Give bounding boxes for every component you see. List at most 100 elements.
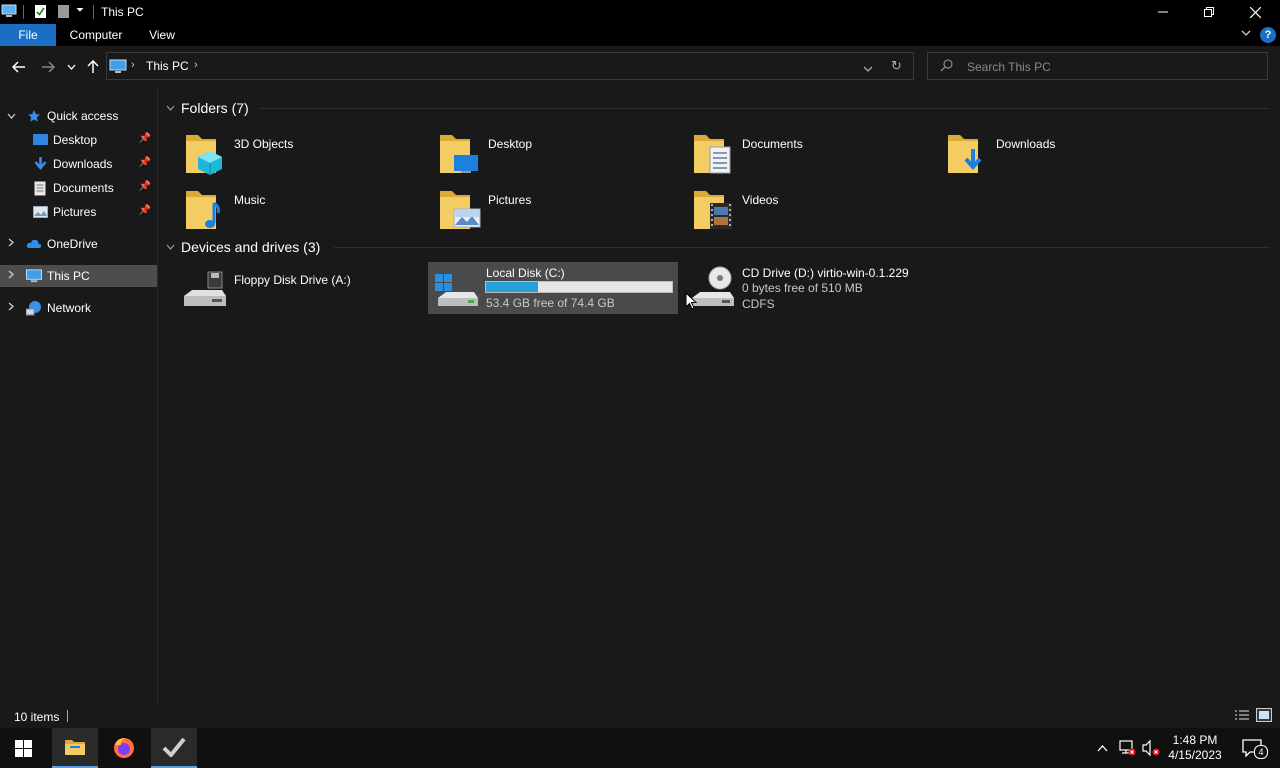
tab-computer[interactable]: Computer [61,24,131,46]
refresh-icon[interactable]: ↻ [891,58,902,74]
taskbar-firefox[interactable] [101,728,147,768]
pin-icon[interactable]: 📌 [139,205,151,216]
downloads-folder-icon [948,135,982,173]
item-count: 10 items [14,710,60,724]
3d-objects-folder-icon [186,135,222,175]
folder-music[interactable]: Music [176,183,426,235]
sidebar-item-downloads[interactable]: Downloads 📌 [0,153,157,175]
pin-icon[interactable]: 📌 [139,181,151,192]
folder-desktop[interactable]: Desktop [430,127,680,179]
new-folder-icon[interactable] [57,4,70,22]
chevron-down-icon[interactable] [6,111,16,122]
drive-local-c[interactable]: Local Disk (C:) 53.4 GB free of 74.4 GB [428,262,678,314]
folder-name: Videos [742,193,779,207]
address-bar[interactable]: › This PC › ↻ [106,52,914,80]
search-input[interactable]: Search This PC [967,60,1051,74]
taskbar-file-explorer[interactable] [52,728,98,768]
help-icon[interactable]: ? [1260,27,1276,43]
volume-button[interactable] [1140,728,1162,768]
close-button[interactable] [1232,0,1278,24]
recent-locations-button[interactable] [62,56,80,78]
group-header-folders[interactable]: Folders (7) [166,98,249,118]
this-pc-icon[interactable] [1,4,17,21]
desktop-icon [32,132,48,148]
chevron-down-icon[interactable] [166,103,175,114]
drive-name: Local Disk (C:) [486,266,565,280]
chevron-right-icon[interactable] [6,270,16,282]
minimize-button[interactable] [1140,0,1186,24]
search-icon [940,59,953,75]
sidebar-item-quick-access[interactable]: Quick access [0,105,157,127]
folder-name: 3D Objects [234,137,294,151]
taskbar-task-app[interactable] [151,728,197,768]
network-icon [26,300,42,316]
chevron-down-icon[interactable] [166,242,175,253]
folder-name: Desktop [488,137,533,151]
clock-time: 1:48 PM [1172,733,1218,747]
details-view-icon[interactable] [1234,709,1250,724]
address-history-chevron-icon[interactable] [863,62,873,76]
ribbon-tabs: File Computer View ? [0,24,1280,46]
show-hidden-icons-button[interactable] [1092,728,1112,768]
group-title: Devices and drives (3) [181,239,321,255]
large-icons-view-icon[interactable] [1256,708,1272,725]
group-divider [334,247,1270,248]
download-arrow-icon [32,156,48,172]
window-title: This PC [101,5,144,19]
pictures-icon [32,204,48,220]
firefox-icon [114,738,134,758]
breadcrumb-separator-icon[interactable]: › [194,59,198,71]
sidebar-item-pictures[interactable]: Pictures 📌 [0,201,157,223]
restore-icon [1204,7,1214,17]
clock-button[interactable]: 1:48 PM 4/15/2023 [1162,728,1228,768]
network-status-button[interactable] [1116,728,1138,768]
sidebar-item-this-pc[interactable]: This PC [0,265,157,287]
back-button[interactable] [8,56,30,78]
breadcrumb-this-pc[interactable]: This PC [146,59,189,73]
forward-button[interactable] [37,56,59,78]
forward-arrow-icon [42,61,55,73]
videos-folder-icon [694,191,732,229]
drive-free-space: 53.4 GB free of 74.4 GB [486,296,615,310]
search-box[interactable]: Search This PC [927,52,1268,80]
file-explorer-icon [65,740,85,755]
folder-documents[interactable]: Documents [684,127,934,179]
start-button[interactable] [0,728,46,768]
sidebar-item-desktop[interactable]: Desktop 📌 [0,129,157,151]
drive-cd-d[interactable]: CD Drive (D:) virtio-win-0.1.229 0 bytes… [684,262,934,314]
pin-icon[interactable]: 📌 [139,133,151,144]
sidebar-item-label: Quick access [47,109,119,123]
folder-pictures[interactable]: Pictures [430,183,680,235]
navigation-pane: Quick access Desktop 📌 Downloads 📌 Docum… [0,88,158,703]
action-center-button[interactable]: 4 [1234,728,1270,768]
mouse-cursor-icon [685,292,697,310]
up-button[interactable] [82,56,104,78]
pin-icon[interactable]: 📌 [139,157,151,168]
tab-view[interactable]: View [141,24,183,46]
pictures-folder-icon [440,191,481,229]
properties-icon[interactable] [34,4,47,22]
expand-ribbon-chevron-icon[interactable] [1240,27,1252,42]
folder-videos[interactable]: Videos [684,183,934,235]
chevron-right-icon[interactable] [6,238,16,250]
documents-folder-icon [694,135,731,174]
sidebar-item-label: This PC [47,269,90,283]
folder-downloads[interactable]: Downloads [938,127,1188,179]
restore-button[interactable] [1186,0,1232,24]
document-icon [32,180,48,196]
taskbar: 1:48 PM 4/15/2023 4 [0,728,1280,768]
sidebar-item-onedrive[interactable]: OneDrive [0,233,157,255]
customize-qat-chevron-icon[interactable]: ⏷ [76,5,84,16]
drive-floppy-a[interactable]: Floppy Disk Drive (A:) [176,264,426,316]
sidebar-item-label: Pictures [53,205,97,219]
group-header-devices[interactable]: Devices and drives (3) [166,237,320,257]
this-pc-icon [109,58,127,77]
sidebar-item-documents[interactable]: Documents 📌 [0,177,157,199]
tab-file[interactable]: File [0,24,56,46]
sidebar-item-network[interactable]: Network [0,297,157,319]
close-icon [1249,6,1261,18]
breadcrumb-separator-icon[interactable]: › [131,59,135,71]
checkmark-icon [162,737,186,757]
folder-3d-objects[interactable]: 3D Objects [176,127,426,179]
chevron-right-icon[interactable] [6,302,16,314]
